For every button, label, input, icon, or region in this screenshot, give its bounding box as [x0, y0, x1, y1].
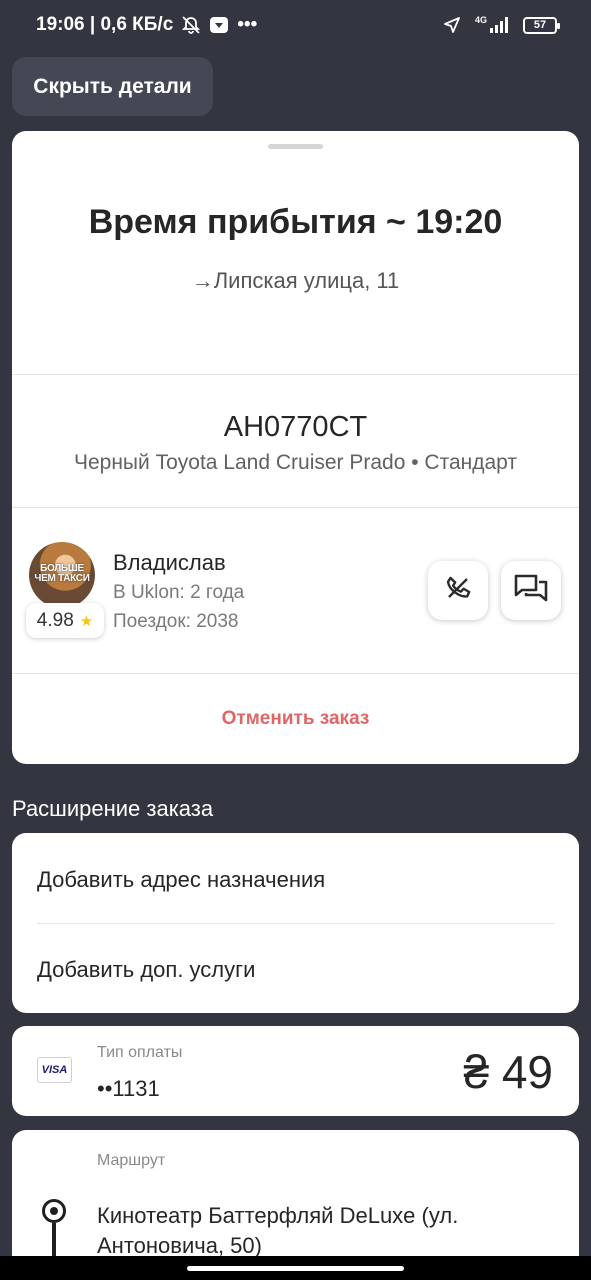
car-description: Черный Toyota Land Cruiser Prado • Станд… — [73, 451, 518, 474]
location-arrow-icon — [443, 16, 461, 34]
add-services-button[interactable]: Добавить доп. услуги — [37, 957, 255, 983]
visa-icon: VISA — [37, 1057, 72, 1083]
order-price: ₴ 49 — [463, 1046, 553, 1098]
route-label: Маршрут — [97, 1152, 166, 1169]
driver-trips: Поездок: 2038 — [113, 611, 239, 632]
divider — [37, 923, 554, 924]
avatar-caption: БОЛЬШЕ ЧЕМ ТАКСИ — [31, 564, 93, 584]
driver-name: Владислав — [113, 550, 226, 575]
network-type: 4G — [474, 15, 487, 25]
route-start-icon — [42, 1199, 66, 1223]
driver-avatar: БОЛЬШЕ ЧЕМ ТАКСИ — [29, 542, 95, 608]
chat-icon — [514, 573, 548, 608]
add-destination-button[interactable]: Добавить адрес назначения — [37, 867, 325, 893]
status-right: 4G 57 — [443, 16, 560, 34]
hide-details-button[interactable]: Скрыть детали — [12, 57, 213, 116]
system-nav-bar — [0, 1256, 591, 1280]
signal-icon: 4G — [475, 16, 509, 34]
app-notification-icon — [209, 15, 229, 35]
chat-driver-button[interactable] — [501, 561, 561, 620]
drag-handle[interactable] — [268, 144, 323, 149]
home-gesture-handle[interactable] — [187, 1266, 404, 1271]
order-extension-card: Добавить адрес назначения Добавить доп. … — [12, 833, 579, 1013]
order-details-card: Время прибытия ~ 19:20 →Липская улица, 1… — [12, 131, 579, 764]
status-bar: 19:06 | 0,6 КБ/с ••• 4G 57 — [0, 0, 591, 50]
mute-bell-icon — [181, 15, 201, 35]
car-plate: AH0770CT — [223, 411, 368, 443]
more-notifications-icon: ••• — [237, 14, 258, 35]
destination-address: →Липская улица, 11 — [191, 268, 400, 293]
order-extension-title: Расширение заказа — [12, 796, 214, 821]
payment-card[interactable]: VISA Тип оплаты ••1131 ₴ 49 — [12, 1026, 579, 1116]
payment-type-label: Тип оплаты — [97, 1044, 183, 1061]
divider — [12, 507, 579, 508]
status-left: 19:06 | 0,6 КБ/с ••• — [36, 14, 257, 36]
status-time: 19:06 | 0,6 КБ/с — [36, 14, 174, 35]
battery-icon: 57 — [523, 16, 560, 34]
star-icon: ★ — [79, 612, 94, 630]
arrival-time-title: Время прибытия ~ 19:20 — [88, 203, 503, 241]
rating-value: 4.98 — [36, 609, 74, 631]
cancel-order-button[interactable]: Отменить заказ — [12, 708, 579, 730]
divider — [12, 673, 579, 674]
driver-experience: В Uklon: 2 года — [113, 582, 245, 603]
avatar-caption-line2: ЧЕМ ТАКСИ — [34, 573, 90, 584]
card-number: ••1131 — [97, 1076, 160, 1101]
divider — [12, 374, 579, 375]
phone-icon — [443, 573, 473, 608]
route-start-address: Кинотеатр Баттерфляй DeLuxe (ул. Антонов… — [97, 1203, 459, 1258]
driver-rating-badge: 4.98 ★ — [26, 603, 104, 638]
call-driver-button[interactable] — [428, 561, 488, 620]
